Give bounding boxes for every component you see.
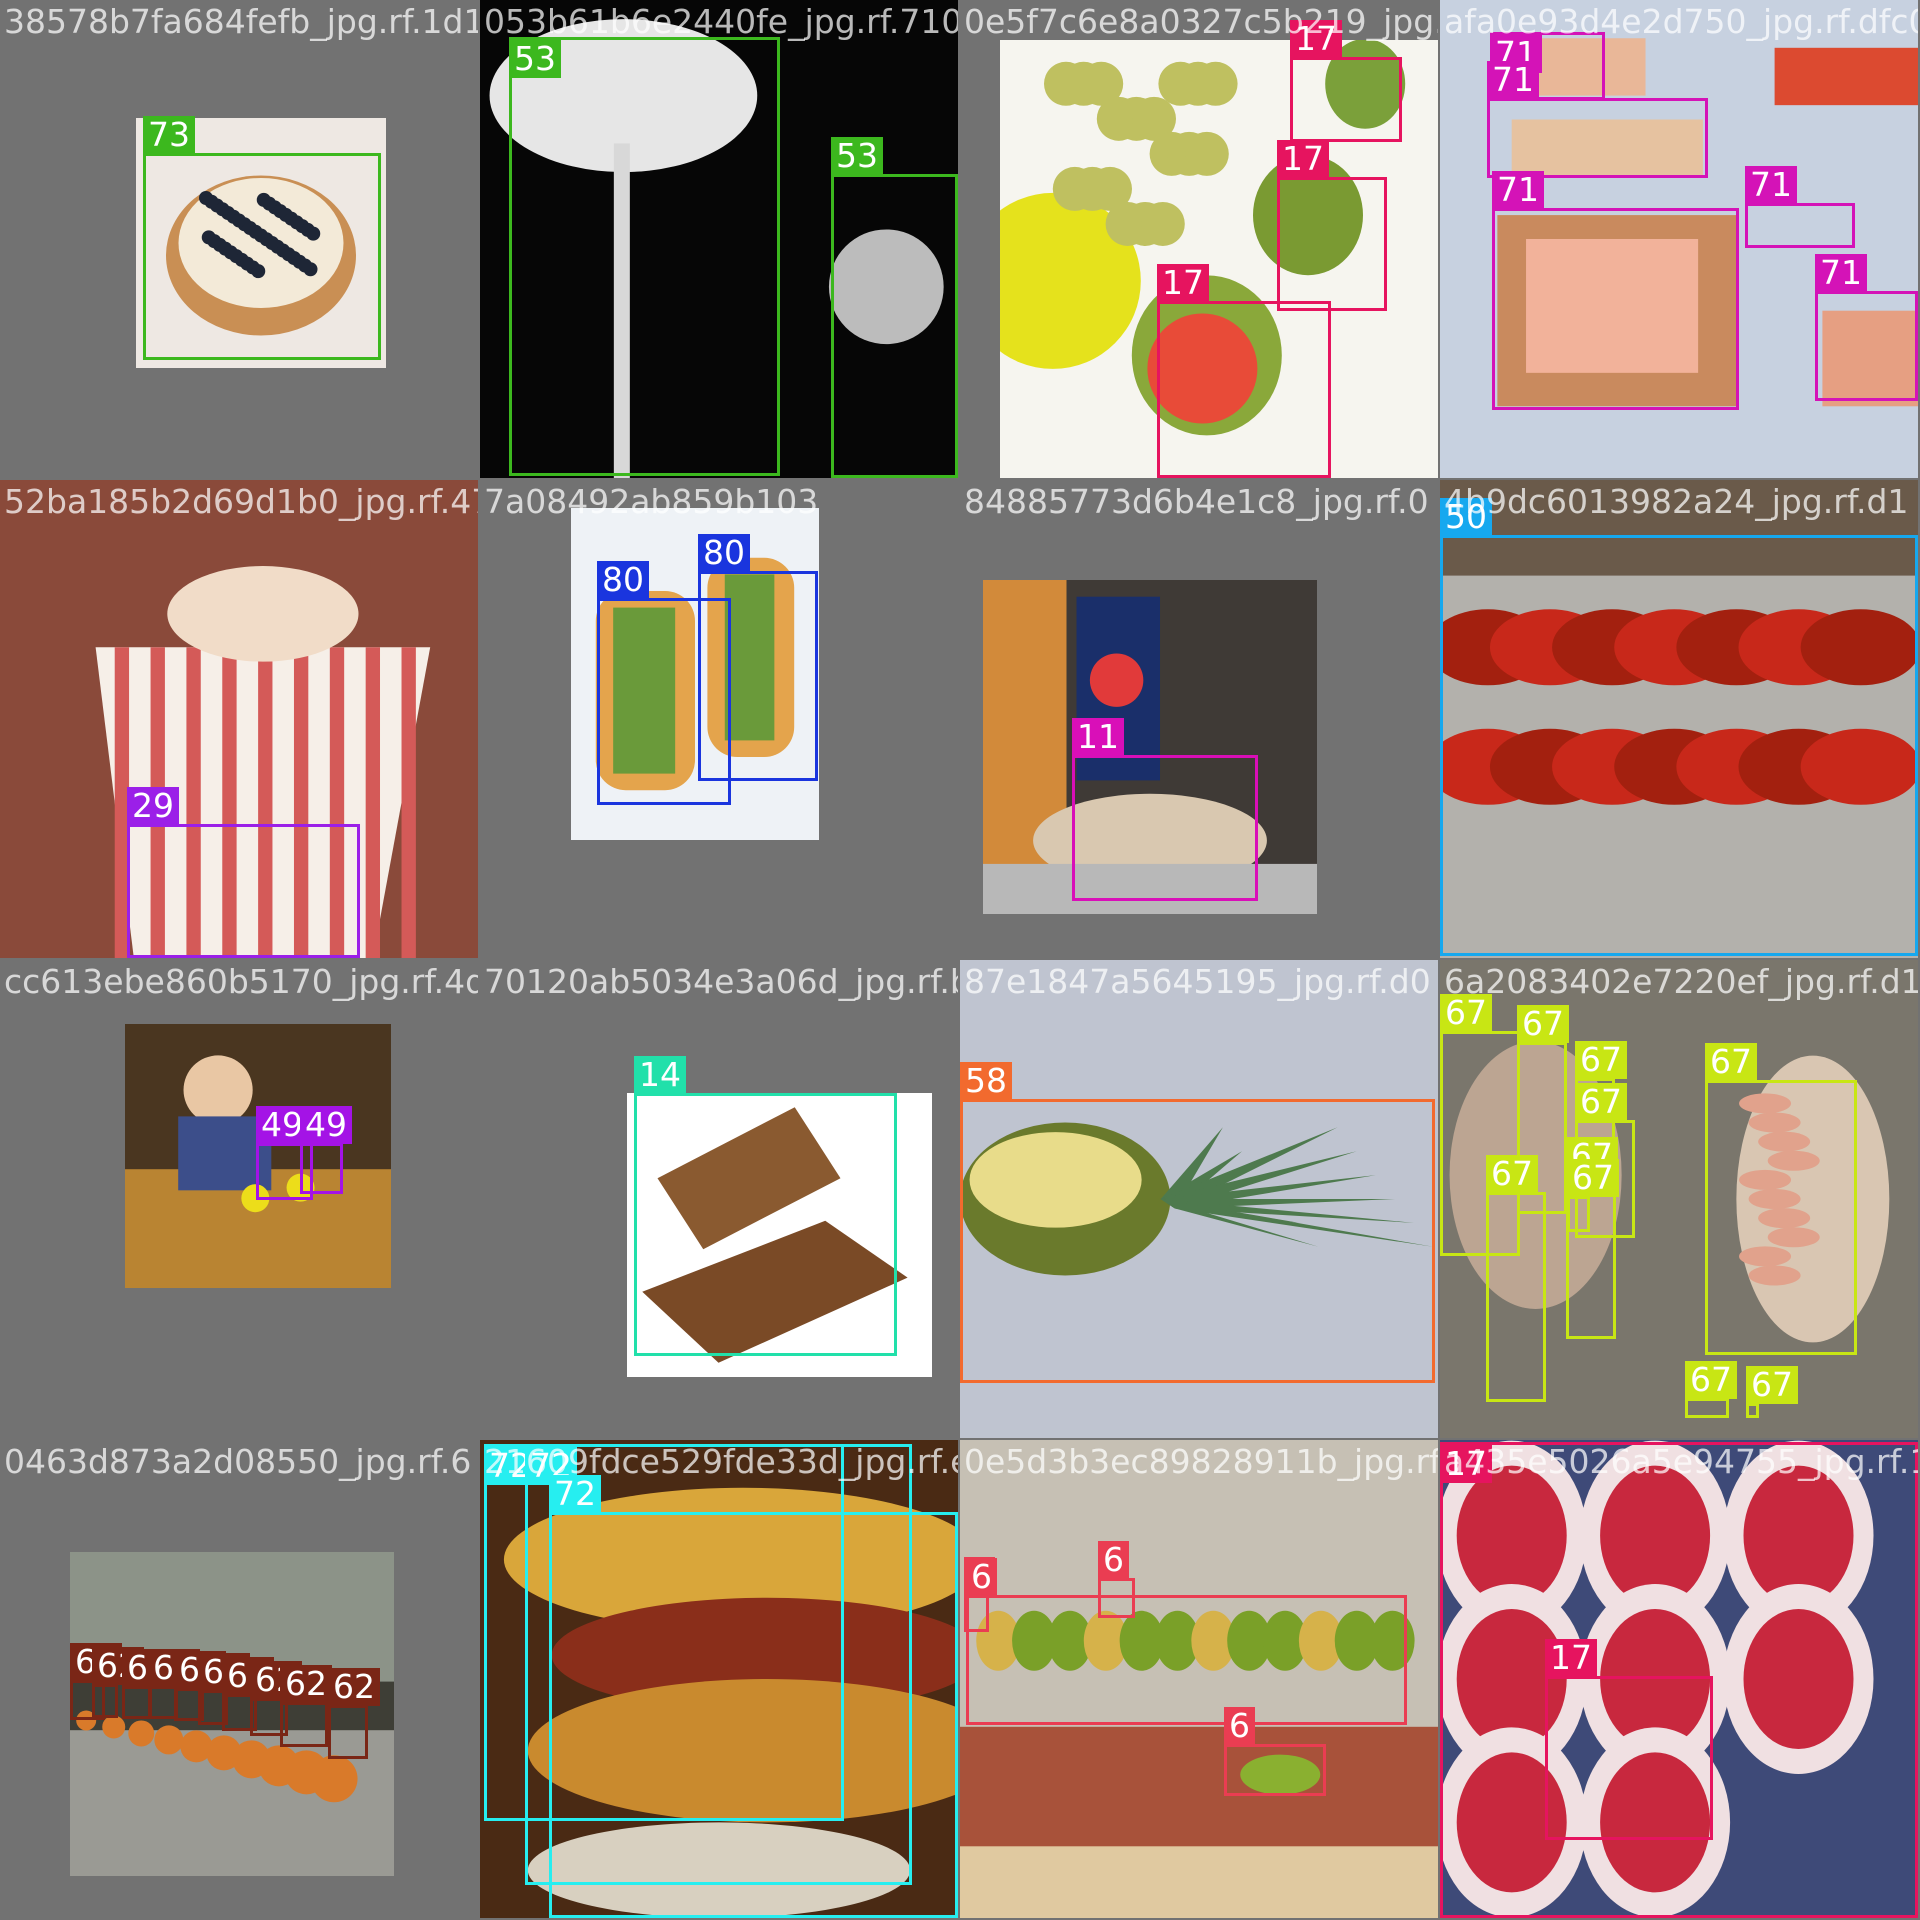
class-label: 67 xyxy=(1705,1043,1757,1081)
bounding-box: 14 xyxy=(634,1056,897,1356)
bounding-box: 49 xyxy=(300,1106,352,1194)
class-label: 58 xyxy=(960,1062,1012,1100)
tile-filename: 70120ab5034e3a06d_jpg.rf.be xyxy=(484,962,958,1001)
bounding-box: 58 xyxy=(960,1062,1435,1383)
class-label: 62 xyxy=(280,1665,332,1703)
bounding-box: 73 xyxy=(143,116,381,360)
class-label: 80 xyxy=(597,561,649,599)
mosaic-tile: 0e5d3b3ec89828911b_jpg.rf.d6666 xyxy=(960,1440,1438,1918)
mosaic-tile: 21609fdce529fde33d_jpg.rf.e0 72 72 72 xyxy=(480,1440,958,1918)
tile-filename: 6a2083402e7220ef_jpg.rf.d1 xyxy=(1444,962,1918,1001)
tile-filename: 7a08492ab859b103 xyxy=(484,482,819,521)
bounding-box: 67 xyxy=(1567,1159,1619,1232)
bounding-box: 6 xyxy=(966,1558,1407,1725)
bounding-box: 80 xyxy=(698,534,818,781)
bounding-box: 17 xyxy=(1290,20,1402,142)
bounding-box: 6 xyxy=(1224,1707,1326,1796)
bounding-box: 17 xyxy=(1277,140,1387,311)
bounding-box: 72 xyxy=(549,1475,958,1918)
tile-filename: 21609fdce529fde33d_jpg.rf.e0 xyxy=(484,1442,958,1481)
class-label: 67 xyxy=(1575,1041,1627,1079)
class-label: 67 xyxy=(1567,1159,1619,1197)
mosaic-tile: 38578b7fa684fefb_jpg.rf.1d10 73 xyxy=(0,0,478,478)
class-label: 17 xyxy=(1545,1639,1597,1677)
mosaic-tile: 84885773d6b4e1c8_jpg.rf.0 11 xyxy=(960,480,1438,958)
bounding-box: 67 xyxy=(1746,1366,1798,1418)
class-label: 71 xyxy=(1745,166,1797,204)
tile-filename: 0463d873a2d08550_jpg.rf.6 xyxy=(4,1442,472,1481)
mosaic-tile: 4b9dc6013982a24_jpg.rf.d1 50 xyxy=(1440,480,1918,958)
bounding-box: 11 xyxy=(1072,718,1258,901)
tile-filename: 38578b7fa684fefb_jpg.rf.1d10 xyxy=(4,2,478,41)
class-label: 71 xyxy=(1492,171,1544,209)
bounding-box: 71 xyxy=(1815,254,1918,401)
class-label: 67 xyxy=(1746,1366,1798,1404)
class-label: 11 xyxy=(1072,718,1124,756)
tile-filename: a435e5026a5e94755_jpg.rf.13 xyxy=(1444,1442,1918,1481)
bounding-box: 50 xyxy=(1440,498,1918,956)
class-label: 17 xyxy=(1277,140,1329,178)
mosaic-tile: 0e5f7c6e8a0327c5b219_jpg.rf.e7a9f7171717 xyxy=(960,0,1438,478)
tile-filename: 4b9dc6013982a24_jpg.rf.d1 xyxy=(1444,482,1909,521)
tile-filename: 0e5d3b3ec89828911b_jpg.rf.d xyxy=(964,1442,1438,1481)
tile-filename: cc613ebe860b5170_jpg.rf.4d xyxy=(4,962,478,1001)
bounding-box: 62 xyxy=(92,1647,144,1718)
bounding-box: 53 xyxy=(831,137,958,478)
mosaic-grid: 38578b7fa684fefb_jpg.rf.1d10 73 053b61b6e2… xyxy=(0,0,1920,1920)
class-label: 67 xyxy=(1575,1083,1627,1121)
class-label: 53 xyxy=(831,137,883,175)
class-label: 71 xyxy=(1815,254,1867,292)
bounding-box: 62 xyxy=(328,1668,380,1759)
mosaic-tile: 6a2083402e7220ef_jpg.rf.d1 67 67 67 67 67 67 67… xyxy=(1440,960,1918,1438)
tile-filename: 84885773d6b4e1c8_jpg.rf.0 xyxy=(964,482,1429,521)
bounding-box: 71 xyxy=(1492,171,1739,410)
mosaic-tile: 7a08492ab859b103 80 80 xyxy=(480,480,958,958)
bounding-box: 71 xyxy=(1487,61,1708,178)
class-label: 14 xyxy=(634,1056,686,1094)
class-label: 67 xyxy=(1486,1155,1538,1193)
mosaic-tile: 52ba185b2d69d1b0_jpg.rf.47b0 29 xyxy=(0,480,478,958)
class-label: 49 xyxy=(300,1106,352,1144)
class-label: 6 xyxy=(1224,1707,1255,1745)
class-label: 17 xyxy=(1157,264,1209,302)
bounding-box: 17 xyxy=(1545,1639,1713,1840)
class-label: 29 xyxy=(127,787,179,825)
tile-filename: 053b61b6e2440fe_jpg.rf.710e xyxy=(484,2,958,41)
bounding-box: 67 xyxy=(1705,1043,1857,1355)
class-label: 53 xyxy=(509,40,561,78)
mosaic-tile: 70120ab5034e3a06d_jpg.rf.be 14 xyxy=(480,960,958,1438)
bounding-box: 17 xyxy=(1157,264,1331,478)
bounding-box: 67 xyxy=(1685,1361,1737,1418)
bounding-box: 29 xyxy=(127,787,360,958)
mosaic-tile: a435e5026a5e94755_jpg.rf.13 17 17 xyxy=(1440,1440,1918,1918)
tile-filename: 52ba185b2d69d1b0_jpg.rf.47b0 xyxy=(4,482,478,521)
bounding-box: 62 xyxy=(280,1665,332,1747)
bounding-box: 67 xyxy=(1486,1155,1546,1402)
class-label: 6 xyxy=(966,1558,997,1596)
mosaic-tile: 0463d873a2d08550_jpg.rf.6626262626262626… xyxy=(0,1440,478,1918)
class-label: 67 xyxy=(1517,1005,1569,1043)
class-label: 62 xyxy=(328,1668,380,1706)
class-label: 80 xyxy=(698,534,750,572)
class-label: 67 xyxy=(1685,1361,1737,1399)
bounding-box: 53 xyxy=(509,37,780,476)
mosaic-tile: 87e1847a5645195_jpg.rf.d0 58 xyxy=(960,960,1438,1438)
tile-filename: afa0e93d4e2d750_jpg.rf.dfc0 xyxy=(1444,2,1918,41)
bounding-box: 71 xyxy=(1745,166,1855,248)
class-label: 71 xyxy=(1487,61,1539,99)
tile-filename: 0e5f7c6e8a0327c5b219_jpg.rf.e7a9f7 xyxy=(964,2,1438,41)
class-label: 6 xyxy=(1098,1541,1129,1579)
mosaic-tile: afa0e93d4e2d750_jpg.rf.dfc0 71 71 71 71 71 xyxy=(1440,0,1918,478)
tile-filename: 87e1847a5645195_jpg.rf.d0 xyxy=(964,962,1431,1001)
mosaic-tile: cc613ebe860b5170_jpg.rf.4d 49 49 xyxy=(0,960,478,1438)
mosaic-tile: 053b61b6e2440fe_jpg.rf.710e 53 53 xyxy=(480,0,958,478)
class-label: 73 xyxy=(143,116,195,154)
